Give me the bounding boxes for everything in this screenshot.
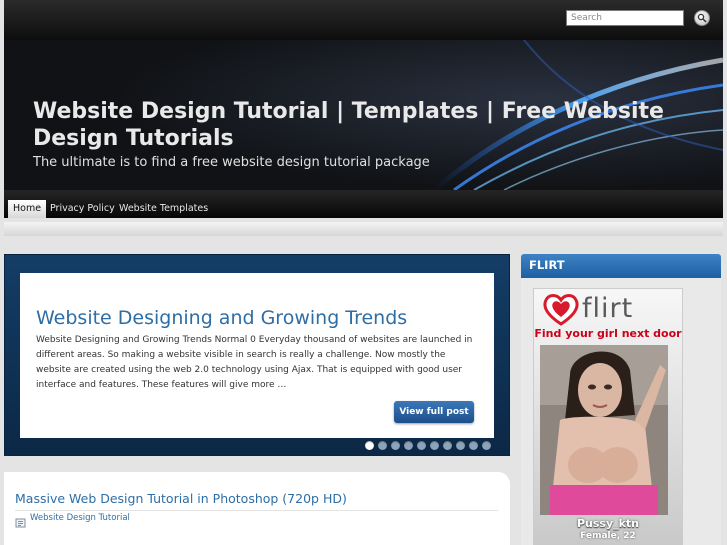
site-title[interactable]: Website Design Tutorial | Templates | Fr… — [33, 98, 673, 152]
nav-item-privacy-policy[interactable]: Privacy Policy — [45, 200, 120, 218]
search-button[interactable] — [694, 10, 710, 26]
slider-dot[interactable] — [365, 441, 374, 450]
top-bar — [4, 0, 723, 40]
sidebar-widget-title: FLIRT — [529, 258, 565, 272]
slider-dot[interactable] — [404, 441, 413, 450]
profile-name[interactable]: Pussy_ktn — [534, 517, 682, 530]
site-tagline: The ultimate is to find a free website d… — [33, 155, 430, 170]
post-title[interactable]: Massive Web Design Tutorial in Photoshop… — [15, 491, 347, 506]
sidebar-widget-header: FLIRT — [521, 254, 721, 278]
site-header: Website Design Tutorial | Templates | Fr… — [4, 40, 723, 190]
profile-meta: Female, 22 — [580, 531, 636, 541]
slider-dot[interactable] — [456, 441, 465, 450]
main-nav: Home Privacy Policy Website Templates — [4, 190, 723, 218]
slider-dot[interactable] — [417, 441, 426, 450]
post-list: Massive Web Design Tutorial in Photoshop… — [4, 472, 510, 545]
slider-dot[interactable] — [443, 441, 452, 450]
featured-post-excerpt: Website Designing and Growing Trends Nor… — [36, 335, 473, 390]
slider-dot[interactable] — [378, 441, 387, 450]
search-input[interactable] — [566, 10, 684, 26]
slider-dot[interactable] — [482, 441, 491, 450]
nav-item-home[interactable]: Home — [8, 200, 47, 218]
post-divider — [15, 510, 498, 511]
profile-photo[interactable] — [540, 345, 668, 515]
header-separator — [4, 222, 723, 236]
flirt-ad-banner[interactable]: flirt Find your girl next door Pussy_ktn… — [533, 288, 683, 545]
post-category-link[interactable]: Website Design Tutorial — [30, 513, 130, 523]
featured-post-card: Website Designing and Growing Trends Web… — [20, 273, 494, 438]
slider-dot[interactable] — [469, 441, 478, 450]
view-full-post-button[interactable]: View full post — [394, 401, 474, 423]
slider-dot[interactable] — [430, 441, 439, 450]
flirt-ad-tagline: Find your girl next door — [534, 327, 682, 340]
nav-item-website-templates[interactable]: Website Templates — [114, 200, 213, 218]
category-icon — [15, 513, 26, 532]
flirt-logo: flirt — [582, 293, 634, 324]
slider-dot[interactable] — [391, 441, 400, 450]
sidebar-widget-body: flirt Find your girl next door Pussy_ktn… — [521, 278, 721, 545]
featured-post-title[interactable]: Website Designing and Growing Trends — [36, 307, 407, 329]
profile-photo-illustration — [540, 345, 668, 515]
heart-icon — [542, 293, 580, 331]
featured-slider: Website Designing and Growing Trends Web… — [4, 254, 510, 456]
